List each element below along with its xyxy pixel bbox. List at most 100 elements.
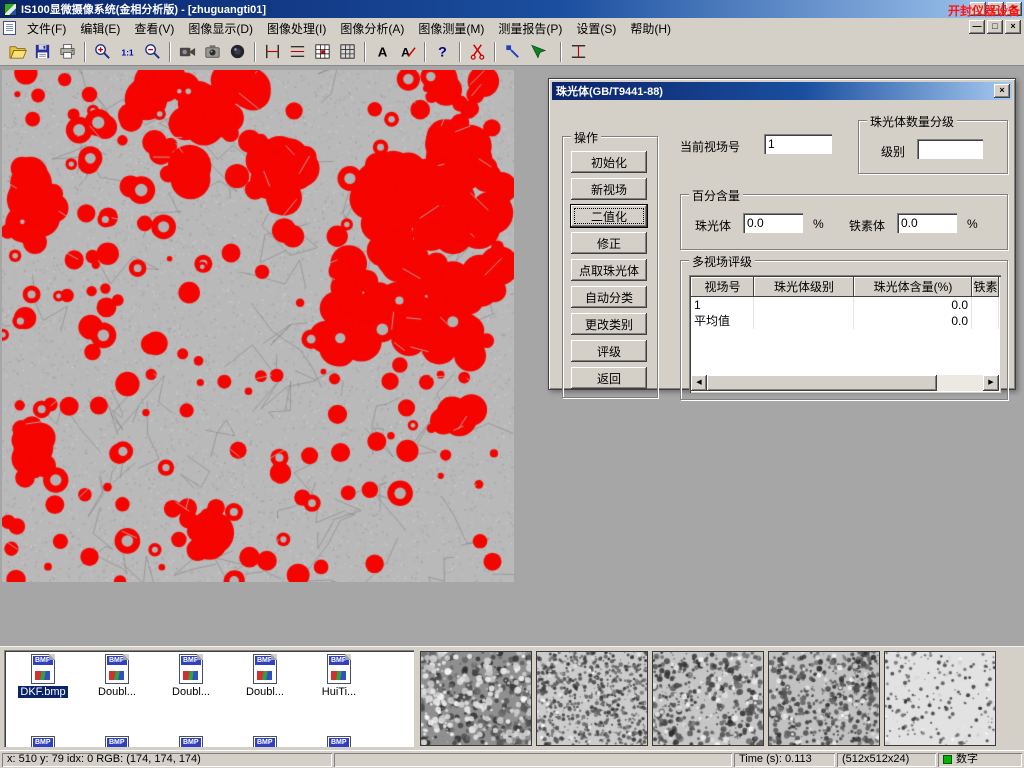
file-name[interactable]: HuiTi... <box>320 686 358 698</box>
bmp-file-icon[interactable]: BMP <box>179 736 203 747</box>
menu-image-analysis[interactable]: 图像分析(A) <box>333 18 411 39</box>
measure-lines-button[interactable] <box>285 40 310 64</box>
initialize-button[interactable]: 初始化 <box>571 151 647 173</box>
help-icon: ? <box>433 42 452 61</box>
cell-ferrite <box>972 297 999 313</box>
col-ferrite[interactable]: 铁素 <box>972 277 999 297</box>
pick-pearlite-button[interactable]: 点取珠光体 <box>571 259 647 281</box>
status-mode-label: 数字 <box>956 753 978 765</box>
bmp-file-icon[interactable]: BMP <box>105 736 129 747</box>
menu-image-display[interactable]: 图像显示(D) <box>181 18 260 39</box>
file-item[interactable]: BMP DKF.bmp <box>6 654 80 698</box>
file-item[interactable]: BMP Doubl... <box>80 654 154 698</box>
current-field-input[interactable] <box>764 134 832 154</box>
lens-button[interactable] <box>225 40 250 64</box>
rating-table: 视场号 珠光体级别 珠光体含量(%) 铁素 1 0.0 平均值 <box>689 275 1001 393</box>
actual-size-icon: 1:1 <box>118 42 137 61</box>
open-button[interactable] <box>5 40 30 64</box>
mdi-close-button[interactable]: × <box>1005 20 1021 34</box>
cell-field: 平均值 <box>691 313 754 329</box>
menu-image-process[interactable]: 图像处理(I) <box>260 18 333 39</box>
menu-file[interactable]: 文件(F) <box>20 18 73 39</box>
thumbnail-5[interactable] <box>884 651 996 746</box>
table-row[interactable]: 平均值 0.0 <box>691 313 999 329</box>
rate-button[interactable]: 评级 <box>571 340 647 362</box>
file-item[interactable]: BMP Doubl... <box>228 654 302 698</box>
actual-size-button[interactable]: 1:1 <box>115 40 140 64</box>
bmp-file-icon: BMP <box>105 654 129 684</box>
bmp-fold <box>271 654 277 660</box>
thumbnail-2[interactable] <box>536 651 648 746</box>
grading-group: 珠光体数量分级 级别 <box>858 120 1008 174</box>
new-field-button[interactable]: 新视场 <box>571 178 647 200</box>
col-field[interactable]: 视场号 <box>691 277 754 297</box>
percent-group: 百分含量 珠光体 % 铁素体 % <box>680 194 1008 250</box>
grid-button[interactable] <box>335 40 360 64</box>
thumbnail-3[interactable] <box>652 651 764 746</box>
menu-view[interactable]: 查看(V) <box>127 18 181 39</box>
dialog-close-button[interactable]: × <box>994 84 1010 98</box>
microscope-image[interactable] <box>2 70 514 582</box>
scroll-left-button[interactable]: ◀ <box>691 375 707 391</box>
menu-edit[interactable]: 编辑(E) <box>73 18 127 39</box>
file-name[interactable]: Doubl... <box>170 686 212 698</box>
menu-settings[interactable]: 设置(S) <box>569 18 623 39</box>
bmp-file-icon[interactable]: BMP <box>327 736 351 747</box>
zoom-out-button[interactable] <box>140 40 165 64</box>
svg-text:A: A <box>401 45 410 59</box>
current-field-label: 当前视场号 <box>680 138 740 155</box>
file-name[interactable]: Doubl... <box>96 686 138 698</box>
mdi-window-controls: — □ × <box>967 20 1021 34</box>
pearlite-input[interactable] <box>743 213 803 233</box>
ferrite-percent-sign: % <box>967 217 978 231</box>
binarize-button[interactable]: 二值化 <box>571 205 647 227</box>
menu-help[interactable]: 帮助(H) <box>623 18 678 39</box>
document-icon[interactable] <box>3 21 16 35</box>
measure-width-button[interactable] <box>260 40 285 64</box>
col-pearlite-content[interactable]: 珠光体含量(%) <box>854 277 972 297</box>
file-item[interactable]: BMP HuiTi... <box>302 654 376 698</box>
bmp-file-icon[interactable]: BMP <box>253 736 277 747</box>
scroll-track[interactable] <box>707 375 983 391</box>
ferrite-input[interactable] <box>897 213 957 233</box>
thumbnail-4[interactable] <box>768 651 880 746</box>
print-button[interactable] <box>55 40 80 64</box>
pick-blue-button[interactable] <box>500 40 525 64</box>
level-input[interactable] <box>917 139 983 159</box>
operation-group-label: 操作 <box>571 129 601 146</box>
table-row[interactable]: 1 0.0 <box>691 297 999 313</box>
grid-red-button[interactable] <box>310 40 335 64</box>
measure-height-button[interactable] <box>566 40 591 64</box>
scroll-thumb[interactable] <box>707 375 937 391</box>
file-name[interactable]: Doubl... <box>244 686 286 698</box>
menu-image-measure[interactable]: 图像测量(M) <box>411 18 491 39</box>
bmp-file-icon[interactable]: BMP <box>31 736 55 747</box>
toolbar: 1:1 A A ? <box>0 38 1024 66</box>
file-item[interactable]: BMP Doubl... <box>154 654 228 698</box>
save-button[interactable] <box>30 40 55 64</box>
text-delete-button[interactable]: A <box>395 40 420 64</box>
scroll-right-button[interactable]: ▶ <box>983 375 999 391</box>
bmp-label: BMP <box>181 738 201 747</box>
bmp-fold <box>345 654 351 660</box>
correct-button[interactable]: 修正 <box>571 232 647 254</box>
zoom-in-button[interactable] <box>90 40 115 64</box>
mdi-minimize-button[interactable]: — <box>969 20 985 34</box>
menu-report[interactable]: 测量报告(P) <box>491 18 569 39</box>
cut-button[interactable] <box>465 40 490 64</box>
application-window: IS100显微摄像系统(金相分析版) - [zhuguangti01] _ □ … <box>0 0 1024 768</box>
camera-button[interactable] <box>200 40 225 64</box>
col-pearlite-level[interactable]: 珠光体级别 <box>754 277 854 297</box>
return-button[interactable]: 返回 <box>571 367 647 389</box>
dialog-title-bar[interactable]: 珠光体(GB/T9441-88) × <box>552 82 1012 100</box>
status-bar: x: 510 y: 79 idx: 0 RGB: (174, 174, 174)… <box>0 750 1024 768</box>
change-class-button[interactable]: 更改类别 <box>571 313 647 335</box>
thumbnail-1[interactable] <box>420 651 532 746</box>
auto-classify-button[interactable]: 自动分类 <box>571 286 647 308</box>
help-button[interactable]: ? <box>430 40 455 64</box>
live-video-button[interactable] <box>175 40 200 64</box>
file-name[interactable]: DKF.bmp <box>18 686 67 698</box>
pick-green-button[interactable] <box>525 40 550 64</box>
text-a-button[interactable]: A <box>370 40 395 64</box>
mdi-restore-button[interactable]: □ <box>987 20 1003 34</box>
